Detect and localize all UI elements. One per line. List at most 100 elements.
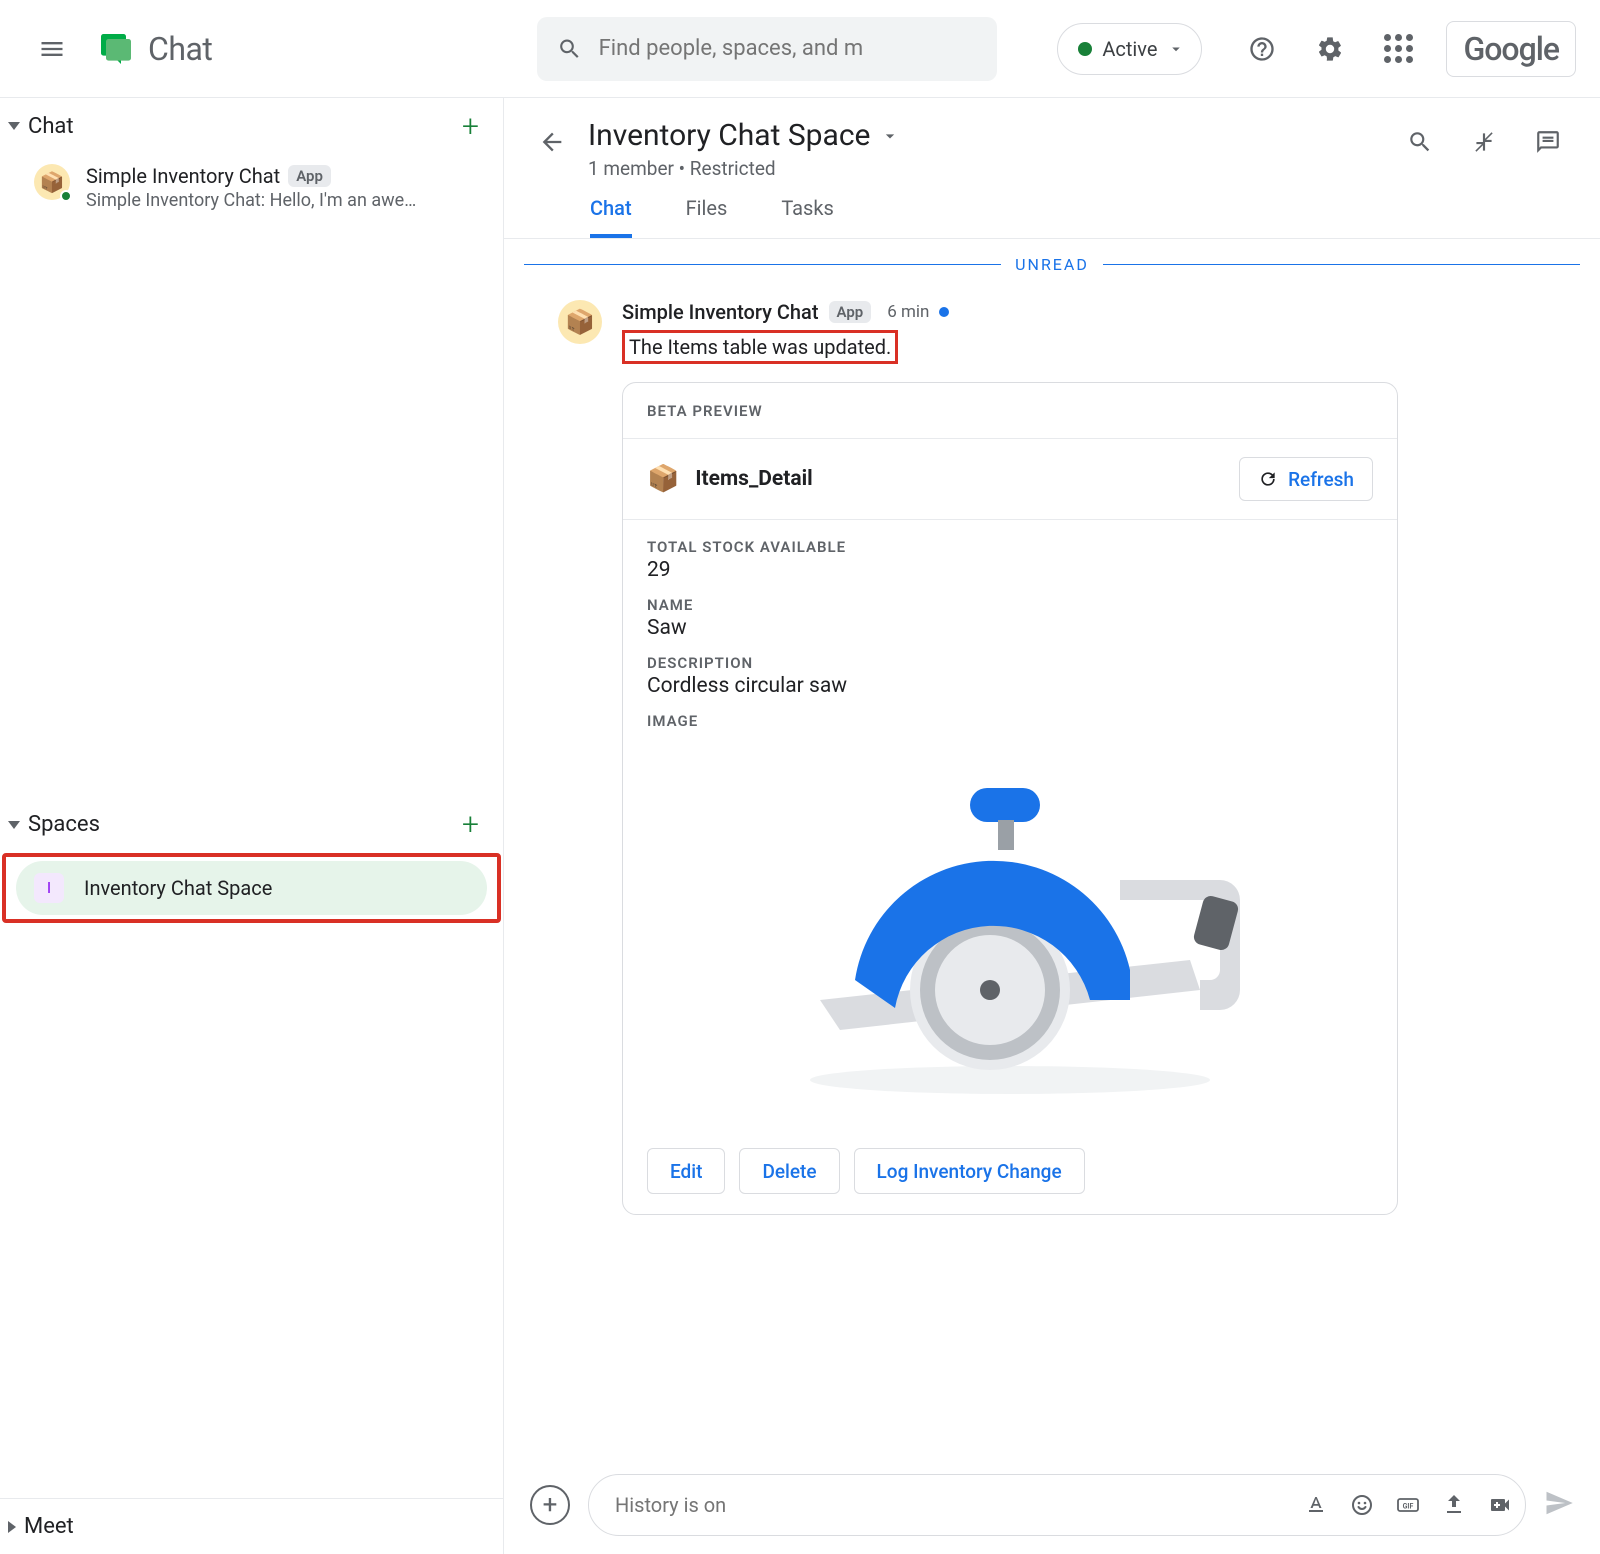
presence-dot-icon [1078, 42, 1092, 56]
gear-icon [1316, 35, 1344, 63]
sidebar-section-meet-header[interactable]: Meet [0, 1498, 503, 1554]
search-input[interactable] [599, 36, 978, 61]
search-icon [1407, 129, 1433, 155]
format-button[interactable] [1301, 1490, 1331, 1520]
gif-icon: GIF [1396, 1493, 1420, 1517]
help-icon [1248, 35, 1276, 63]
refresh-button[interactable]: Refresh [1239, 457, 1373, 501]
top-bar: Chat Active Google [0, 0, 1600, 98]
thread-panel-button[interactable] [1524, 118, 1572, 166]
svg-text:GIF: GIF [1403, 1503, 1414, 1511]
new-space-button[interactable]: + [462, 807, 479, 842]
video-meet-button[interactable] [1485, 1490, 1515, 1520]
tab-files[interactable]: Files [686, 196, 728, 238]
chat-item-title: Simple Inventory Chat [86, 164, 280, 188]
field-stock-label: TOTAL STOCK AVAILABLE [647, 538, 1373, 556]
search-icon [557, 35, 582, 63]
help-button[interactable] [1238, 25, 1286, 73]
space-title: Inventory Chat Space [588, 118, 870, 153]
chevron-down-icon [1167, 40, 1185, 58]
video-plus-icon [1488, 1493, 1512, 1517]
settings-button[interactable] [1306, 25, 1354, 73]
sidebar-section-spaces-label: Spaces [28, 812, 100, 837]
space-item-name: Inventory Chat Space [84, 876, 272, 900]
sidebar-section-chat-header[interactable]: Chat + [0, 98, 503, 154]
emoji-icon [1350, 1493, 1374, 1517]
space-search-button[interactable] [1396, 118, 1444, 166]
message-sender: Simple Inventory Chat [622, 300, 819, 324]
caret-right-icon [8, 1521, 16, 1533]
emoji-button[interactable] [1347, 1490, 1377, 1520]
chevron-down-icon [880, 126, 900, 146]
app-card: BETA PREVIEW 📦 Items_Detail Refresh TOTA… [622, 382, 1398, 1215]
global-search[interactable] [537, 17, 997, 81]
app-logo: Chat [96, 29, 212, 69]
field-name-value: Saw [647, 616, 1373, 640]
space-avatar: I [34, 873, 64, 903]
sidebar-section-spaces-header[interactable]: Spaces + [0, 797, 503, 853]
app-badge: App [829, 301, 872, 323]
sidebar: Chat + 📦 Simple Inventory Chat App Simpl… [0, 98, 504, 1554]
log-inventory-button[interactable]: Log Inventory Change [854, 1148, 1085, 1194]
space-header: Inventory Chat Space 1 member • Restrict… [504, 98, 1600, 180]
chat-list-item[interactable]: 📦 Simple Inventory Chat App Simple Inven… [0, 154, 503, 221]
space-list-item[interactable]: I Inventory Chat Space [16, 861, 487, 915]
add-attachment-button[interactable]: + [530, 1485, 570, 1525]
card-image [647, 730, 1373, 1110]
main-menu-button[interactable] [28, 25, 76, 73]
back-button[interactable] [532, 122, 572, 162]
refresh-button-label: Refresh [1288, 468, 1354, 491]
new-chat-button[interactable]: + [462, 109, 479, 144]
chat-avatar: 📦 [34, 164, 70, 200]
message-composer[interactable]: GIF [588, 1474, 1526, 1536]
unread-divider-label: UNREAD [1001, 255, 1103, 274]
tab-tasks[interactable]: Tasks [781, 196, 834, 238]
app-badge: App [288, 165, 331, 187]
circular-saw-illustration [760, 730, 1260, 1110]
field-image-label: IMAGE [647, 712, 1373, 730]
chat-logo-icon [96, 29, 136, 69]
field-stock-value: 29 [647, 558, 1373, 582]
card-title: Items_Detail [695, 467, 812, 491]
presence-label: Active [1102, 37, 1157, 61]
presence-dot-icon [60, 190, 72, 202]
composer-input[interactable] [615, 1493, 1301, 1517]
gif-button[interactable]: GIF [1393, 1490, 1423, 1520]
message-time: 6 min [887, 302, 929, 322]
composer-row: + GIF [504, 1456, 1600, 1554]
caret-down-icon [8, 821, 20, 829]
package-icon: 📦 [647, 464, 679, 494]
collapse-icon [1471, 129, 1497, 155]
app-name: Chat [148, 30, 212, 68]
google-account-button[interactable]: Google [1446, 21, 1576, 77]
refresh-icon [1258, 469, 1278, 489]
delete-button[interactable]: Delete [739, 1148, 839, 1194]
upload-icon [1442, 1493, 1466, 1517]
upload-button[interactable] [1439, 1490, 1469, 1520]
apps-grid-icon [1384, 34, 1413, 63]
send-button[interactable] [1544, 1488, 1574, 1522]
message-text: The Items table was updated. [622, 330, 898, 364]
field-name-label: NAME [647, 596, 1373, 614]
tab-chat[interactable]: Chat [590, 196, 632, 238]
highlighted-space-annotation: I Inventory Chat Space [2, 853, 501, 923]
package-icon: 📦 [565, 308, 595, 336]
google-apps-button[interactable] [1374, 25, 1422, 73]
arrow-left-icon [538, 128, 566, 156]
card-beta-label: BETA PREVIEW [647, 402, 763, 420]
sidebar-section-chat-label: Chat [28, 114, 74, 139]
chat-item-preview: Simple Inventory Chat: Hello, I'm an awe… [86, 190, 416, 211]
thread-icon [1535, 129, 1561, 155]
field-desc-value: Cordless circular saw [647, 674, 1373, 698]
space-title-button[interactable]: Inventory Chat Space [588, 118, 900, 153]
message-avatar: 📦 [558, 300, 602, 344]
space-tabs: Chat Files Tasks [504, 180, 1600, 239]
send-icon [1544, 1488, 1574, 1518]
sidebar-section-meet-label: Meet [24, 1514, 74, 1539]
presence-status-chip[interactable]: Active [1057, 23, 1202, 75]
edit-button[interactable]: Edit [647, 1148, 725, 1194]
field-desc-label: DESCRIPTION [647, 654, 1373, 672]
package-icon: 📦 [40, 170, 65, 194]
card-actions: Edit Delete Log Inventory Change [623, 1128, 1397, 1214]
collapse-panel-button[interactable] [1460, 118, 1508, 166]
